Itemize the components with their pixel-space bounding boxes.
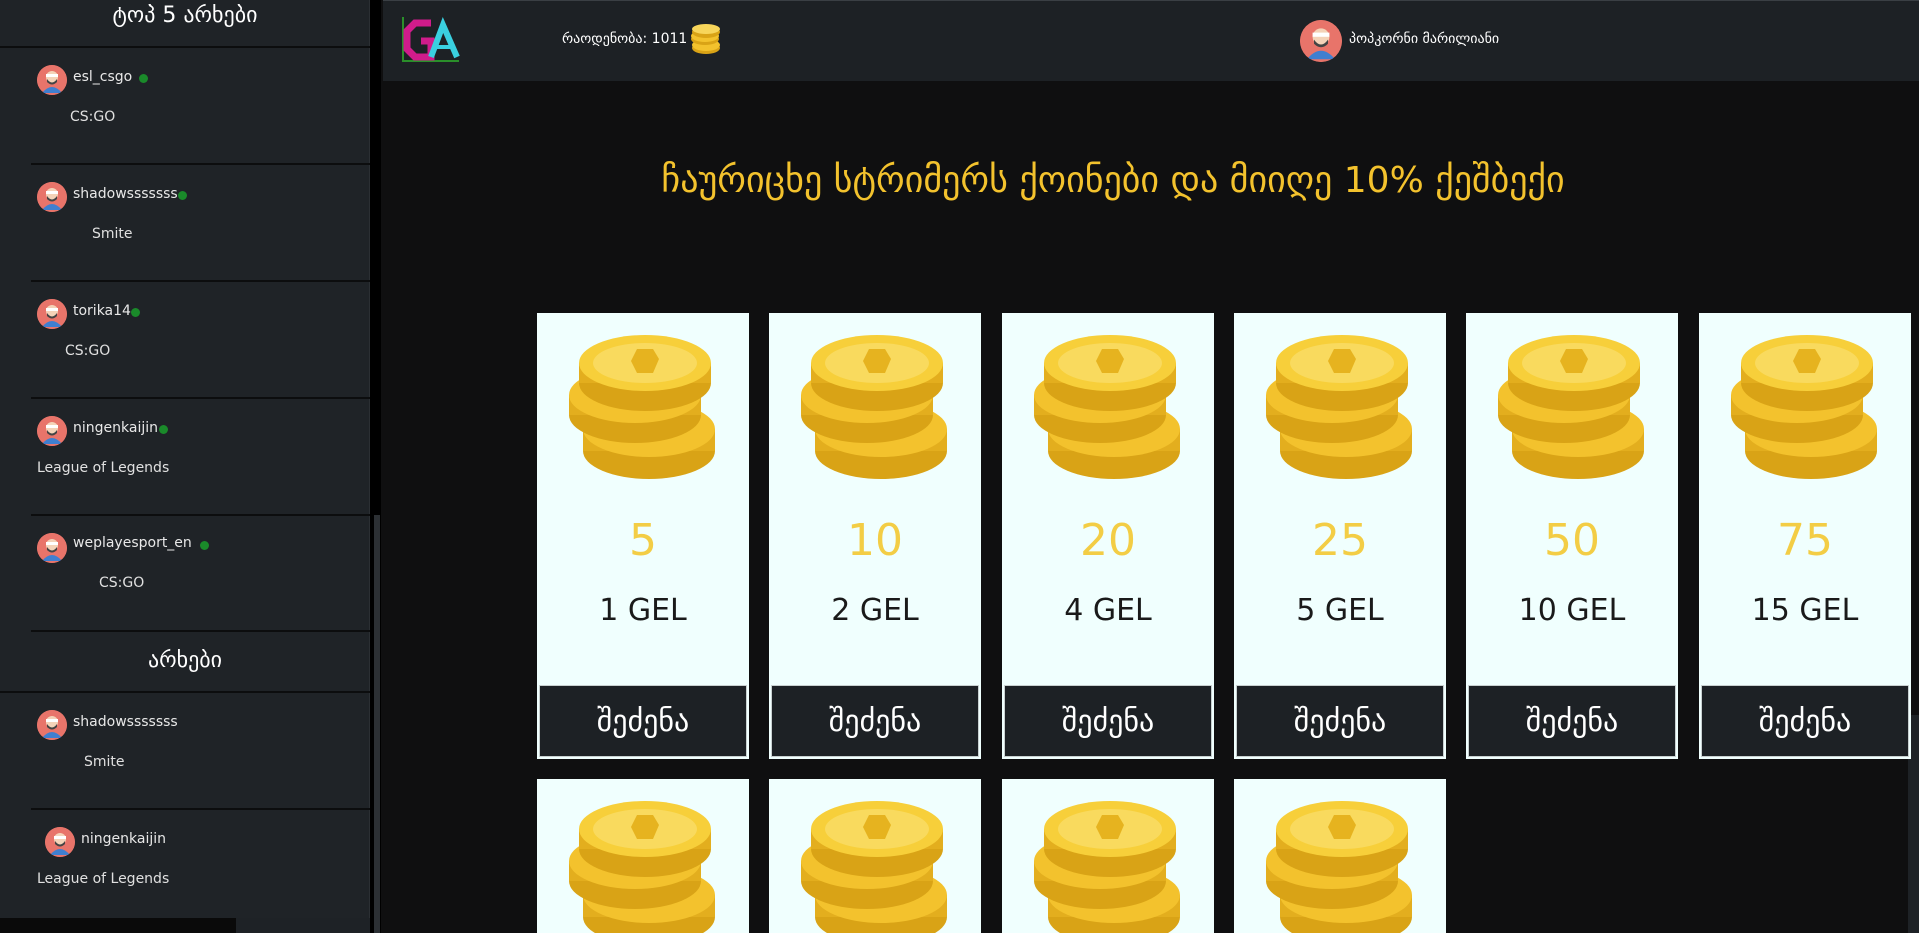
coin-package-card: 20 4 GEL შეძენა (1002, 313, 1214, 759)
top-channels-title: ტოპ 5 არხები (112, 3, 258, 28)
coin-package-card: 75 15 GEL შეძენა (1699, 313, 1911, 759)
streamer-game: CS:GO (99, 575, 145, 591)
coin-amount: 10 (847, 515, 903, 566)
coin-package-card (537, 779, 749, 933)
coin-package-card (1002, 779, 1214, 933)
streamer-game: Smite (92, 226, 133, 242)
streamer-game: CS:GO (65, 343, 111, 359)
online-status-dot (131, 308, 140, 317)
divider (31, 630, 370, 632)
avatar (37, 65, 67, 95)
coin-stack-icon (1725, 333, 1885, 483)
package-price: 5 GEL (1296, 593, 1384, 628)
coin-stack-icon (563, 799, 723, 933)
avatar (45, 827, 75, 857)
balance-text: რაოდენობა: 1011 (562, 31, 688, 47)
streamer-game: Smite (84, 754, 125, 770)
coin-stack-icon (690, 24, 722, 56)
package-price: 10 GEL (1518, 593, 1626, 628)
streamer-name: weplayesport_en (73, 535, 192, 551)
coin-stack-icon (1260, 333, 1420, 483)
sidebar-scrollbar[interactable] (374, 515, 380, 933)
coin-stack-icon (795, 799, 955, 933)
coin-stack-icon (1028, 799, 1188, 933)
sidebar: ტოპ 5 არხები esl_csgo CS:GO shadowssssss… (0, 0, 370, 933)
buy-button[interactable]: შეძენა (1468, 685, 1676, 757)
avatar (37, 710, 67, 740)
streamer-name: shadowsssssss (73, 714, 178, 730)
coin-package-card: 5 1 GEL შეძენა (537, 313, 749, 759)
streamer-name: ningenkaijin (73, 420, 158, 436)
online-status-dot (200, 541, 209, 550)
user-name[interactable]: პოპკორნი მარილიანი (1349, 31, 1499, 47)
streamer-name: ningenkaijin (81, 831, 166, 847)
top-streamer-item[interactable]: torika14 CS:GO (0, 281, 370, 397)
coin-stack-icon (1492, 333, 1652, 483)
channels-title: არხები (147, 648, 223, 673)
top-streamer-item[interactable]: weplayesport_en CS:GO (0, 515, 370, 630)
coin-amount: 25 (1312, 515, 1368, 566)
coin-package-card (769, 779, 981, 933)
coin-amount: 75 (1777, 515, 1833, 566)
streamer-game: CS:GO (70, 109, 116, 125)
top-streamer-item[interactable]: esl_csgo CS:GO (0, 47, 370, 163)
horizontal-scrollbar[interactable] (236, 918, 370, 933)
coin-package-card: 10 2 GEL შეძენა (769, 313, 981, 759)
online-status-dot (178, 191, 187, 200)
coin-stack-icon (563, 333, 723, 483)
coin-stack-icon (1260, 799, 1420, 933)
package-price: 15 GEL (1751, 593, 1859, 628)
coin-package-card: 25 5 GEL შეძენა (1234, 313, 1446, 759)
coin-amount: 50 (1544, 515, 1600, 566)
package-price: 2 GEL (831, 593, 919, 628)
avatar (37, 299, 67, 329)
avatar (37, 416, 67, 446)
streamer-game: League of Legends (37, 460, 170, 476)
package-price: 1 GEL (599, 593, 687, 628)
buy-button[interactable]: შეძენა (771, 685, 979, 757)
logo-icon[interactable] (401, 17, 461, 63)
user-avatar[interactable] (1300, 20, 1342, 62)
coin-package-card (1234, 779, 1446, 933)
coin-package-card: 50 10 GEL შეძენა (1466, 313, 1678, 759)
channel-item[interactable]: shadowsssssss Smite (0, 692, 370, 808)
coin-amount: 20 (1080, 515, 1136, 566)
streamer-name: esl_csgo (73, 69, 133, 85)
top-streamer-item[interactable]: ningenkaijin League of Legends (0, 398, 370, 514)
streamer-game: League of Legends (37, 871, 170, 887)
buy-button[interactable]: შეძენა (1004, 685, 1212, 757)
coin-stack-icon (795, 333, 955, 483)
scrollbar-track (0, 918, 236, 933)
online-status-dot (139, 74, 148, 83)
page-headline: ჩაურიცხე სტრიმერს ქოინები და მიიღე 10% ქ… (661, 160, 1565, 201)
package-price: 4 GEL (1064, 593, 1152, 628)
coin-stack-icon (1028, 333, 1188, 483)
online-status-dot (159, 425, 168, 434)
streamer-name: torika14 (73, 303, 131, 319)
buy-button[interactable]: შეძენა (539, 685, 747, 757)
channel-item[interactable]: ningenkaijin League of Legends (0, 809, 370, 918)
avatar (37, 182, 67, 212)
top-streamer-item[interactable]: shadowsssssss Smite (0, 164, 370, 280)
buy-button[interactable]: შეძენა (1236, 685, 1444, 757)
streamer-name: shadowsssssss (73, 186, 178, 202)
buy-button[interactable]: შეძენა (1701, 685, 1909, 757)
avatar (37, 533, 67, 563)
coin-amount: 5 (629, 515, 657, 566)
